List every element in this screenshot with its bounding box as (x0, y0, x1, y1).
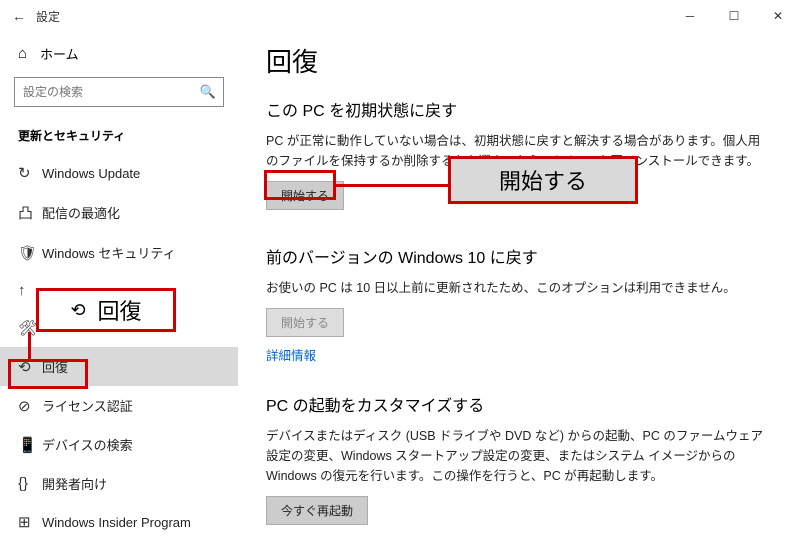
sidebar-item-label: 開発者向け (42, 474, 107, 493)
back-button[interactable]: ← (12, 8, 36, 24)
sidebar-home[interactable]: ⌂ ホーム (0, 38, 238, 69)
advanced-restart-button[interactable]: 今すぐ再起動 (266, 496, 368, 525)
recovery-icon: ⟲ (70, 300, 85, 321)
minimize-button[interactable]: ─ (668, 0, 712, 32)
window-title: 設定 (36, 8, 60, 25)
sidebar-item-label: デバイスの検索 (42, 435, 133, 454)
sidebar-item-recovery[interactable]: ⟲ 回復 (0, 347, 238, 386)
advanced-section-title: PC の起動をカスタマイズする (266, 392, 772, 416)
find-device-icon: 📱 (18, 436, 42, 454)
code-icon: {} (18, 475, 42, 492)
insider-icon: ⊞ (18, 513, 42, 531)
sidebar-item-label: Windows Insider Program (42, 515, 191, 530)
advanced-section-desc: デバイスまたはディスク (USB ドライブや DVD など) からの起動、PC … (266, 426, 772, 486)
shield-icon: 🛡 (18, 244, 42, 262)
sidebar-section-title: 更新とセキュリティ (0, 121, 238, 154)
sidebar-home-label: ホーム (40, 44, 79, 63)
sidebar-item-find-device[interactable]: 📱 デバイスの検索 (0, 425, 238, 464)
main-content: 回復 この PC を初期状態に戻す PC が正常に動作していない場合は、初期状態… (238, 32, 800, 552)
reset-section-title: この PC を初期状態に戻す (266, 97, 772, 121)
goback-start-button: 開始する (266, 308, 344, 337)
delivery-icon: 凸 (18, 202, 42, 223)
sidebar-item-activation[interactable]: ⊘ ライセンス認証 (0, 386, 238, 425)
activation-icon: ⊘ (18, 397, 42, 415)
titlebar: ← 設定 ─ ☐ ✕ (0, 0, 800, 32)
sidebar-item-label: ライセンス認証 (42, 396, 133, 415)
sidebar-item-label: Windows セキュリティ (42, 243, 176, 262)
maximize-button[interactable]: ☐ (712, 0, 756, 32)
sidebar-item-windows-update[interactable]: ↻ Windows Update (0, 154, 238, 192)
sync-icon: ↻ (18, 164, 42, 182)
recovery-icon: ⟲ (18, 358, 42, 376)
annotation-callout-recovery-label: 回復 (98, 294, 142, 326)
sidebar-item-delivery-optimization[interactable]: 凸 配信の最適化 (0, 192, 238, 233)
page-title: 回復 (266, 42, 772, 79)
goback-section-title: 前のバージョンの Windows 10 に戻す (266, 244, 772, 268)
sidebar-item-label: Windows Update (42, 166, 140, 181)
annotation-callout-start-label: 開始する (499, 164, 587, 196)
close-button[interactable]: ✕ (756, 0, 800, 32)
reset-start-button[interactable]: 開始する (266, 181, 344, 210)
sidebar-item-label: 回復 (42, 357, 68, 376)
sidebar-item-windows-security[interactable]: 🛡 Windows セキュリティ (0, 233, 238, 272)
sidebar-item-developers[interactable]: {} 開発者向け (0, 464, 238, 503)
goback-section-desc: お使いの PC は 10 日以上前に更新されたため、このオプションは利用できませ… (266, 278, 772, 298)
annotation-callout-start: 開始する (448, 156, 638, 204)
home-icon: ⌂ (18, 45, 40, 62)
annotation-callout-recovery: ⟲ 回復 (36, 288, 176, 332)
goback-details-link[interactable]: 詳細情報 (266, 345, 316, 364)
search-icon: 🔍 (200, 84, 216, 100)
window-controls: ─ ☐ ✕ (668, 0, 800, 32)
search-input[interactable] (14, 77, 224, 107)
sidebar-item-insider[interactable]: ⊞ Windows Insider Program (0, 503, 238, 541)
sidebar-item-label: 配信の最適化 (42, 203, 120, 222)
